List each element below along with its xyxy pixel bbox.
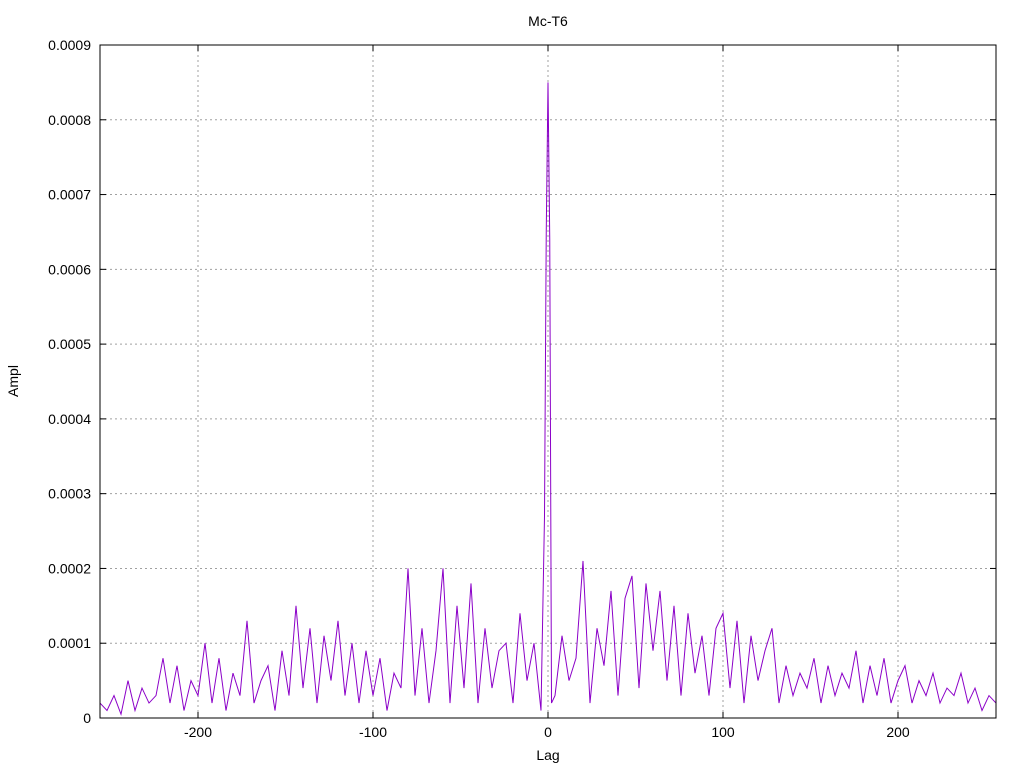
y-tick-label: 0.0003 bbox=[48, 486, 91, 502]
grid bbox=[100, 45, 996, 718]
y-tick-label: 0.0009 bbox=[48, 37, 91, 53]
plot-area bbox=[99, 82, 997, 717]
x-tick-label: 100 bbox=[711, 724, 735, 740]
x-tick-label: 0 bbox=[544, 724, 552, 740]
x-tick-label: 200 bbox=[886, 724, 910, 740]
chart-title: Mc-T6 bbox=[528, 13, 568, 29]
series-line bbox=[99, 82, 997, 717]
y-tick-label: 0 bbox=[83, 710, 91, 726]
x-tick-label: -100 bbox=[359, 724, 387, 740]
y-tick-label: 0.0008 bbox=[48, 112, 91, 128]
y-tick-label: 0.0005 bbox=[48, 336, 91, 352]
y-tick-label: 0.0004 bbox=[48, 411, 91, 427]
y-tick-label: 0.0001 bbox=[48, 635, 91, 651]
chart: Mc-T6 -200 -100 0 100 200 0 0.0001 0.0002 0.0003… bbox=[5, 13, 997, 763]
x-axis-label: Lag bbox=[536, 747, 559, 763]
y-tick-label: 0.0007 bbox=[48, 187, 91, 203]
y-tick-label: 0.0002 bbox=[48, 560, 91, 576]
y-tick-label: 0.0006 bbox=[48, 261, 91, 277]
x-tick-label: -200 bbox=[184, 724, 212, 740]
y-axis-label: Ampl bbox=[5, 365, 21, 397]
